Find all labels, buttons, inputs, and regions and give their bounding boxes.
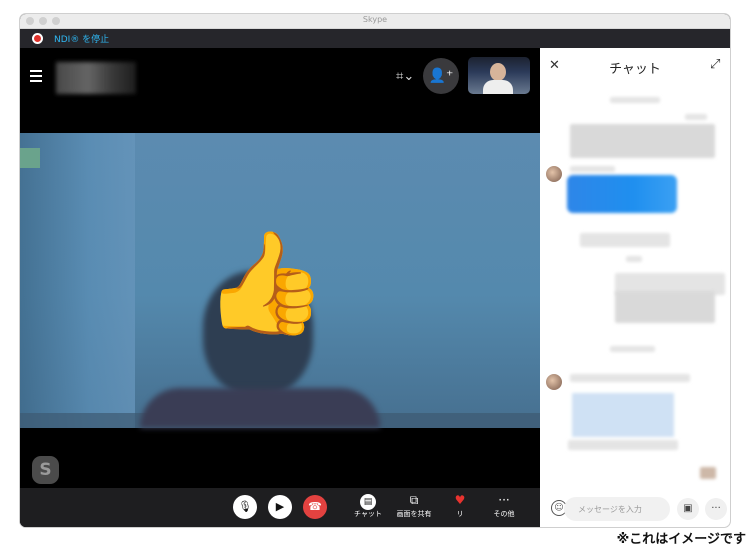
message-bubble bbox=[570, 124, 715, 158]
title-bar: Skype bbox=[20, 14, 730, 29]
image-attachment[interactable] bbox=[572, 393, 674, 437]
remote-video: 👍 bbox=[20, 133, 540, 428]
add-person-icon: 👤⁺ bbox=[428, 68, 454, 84]
self-view-body bbox=[483, 80, 513, 94]
video-button[interactable]: ▶ bbox=[268, 495, 292, 519]
expand-icon[interactable]: ⤢ bbox=[710, 57, 720, 72]
more-label: その他 bbox=[493, 510, 515, 518]
blurred-text bbox=[610, 97, 660, 103]
menu-icon[interactable] bbox=[30, 70, 42, 85]
avatar bbox=[546, 166, 562, 182]
blurred-text bbox=[570, 374, 690, 382]
add-person-button[interactable]: 👤⁺ bbox=[423, 58, 459, 94]
message-bubble-blue bbox=[567, 175, 677, 213]
video-camera-icon: ▶ bbox=[275, 500, 285, 513]
chat-header: ✕ チャット ⤢ bbox=[540, 48, 730, 86]
window-title: Skype bbox=[362, 15, 388, 24]
blurred-text bbox=[610, 346, 655, 352]
chat-more-icon[interactable]: ··· bbox=[705, 498, 727, 520]
blurred-text bbox=[685, 114, 707, 120]
more-icon: ··· bbox=[498, 493, 510, 507]
more-options-button[interactable]: ··· その他 bbox=[476, 492, 532, 519]
skype-logo-icon: S bbox=[32, 456, 59, 484]
call-area: ⌗⌄ 👤⁺ 👍 S 🎙 ▶ ☎ ▤ チャット ⧉ 画面を共有 ♥ リ ··· そ… bbox=[20, 48, 540, 527]
layout-icon[interactable]: ⌗⌄ bbox=[396, 69, 414, 84]
microphone-button[interactable]: 🎙 bbox=[233, 495, 257, 519]
participant-name-blurred bbox=[56, 62, 136, 94]
call-controls: 🎙 ▶ ☎ ▤ チャット ⧉ 画面を共有 ♥ リ ··· その他 bbox=[20, 488, 540, 527]
skype-window: Skype NDI® を停止 ⌗⌄ 👤⁺ 👍 S 🎙 ▶ ☎ ▤ チャット ⧉ … bbox=[20, 14, 730, 527]
remote-person-body bbox=[140, 388, 380, 428]
blurred-text bbox=[626, 256, 642, 262]
read-receipt-avatar bbox=[700, 467, 716, 479]
avatar bbox=[546, 374, 562, 390]
blurred-text bbox=[570, 166, 615, 172]
chat-title: チャット bbox=[609, 62, 661, 77]
ndi-bar[interactable]: NDI® を停止 bbox=[20, 29, 730, 48]
message-input[interactable] bbox=[564, 497, 670, 521]
self-view-face bbox=[490, 63, 506, 81]
chat-panel: ✕ チャット ⤢ ☺ ▣ ··· bbox=[540, 48, 730, 527]
message-composer: ☺ ▣ ··· bbox=[540, 488, 730, 527]
blurred-text bbox=[568, 440, 678, 450]
media-gallery-icon[interactable]: ▣ bbox=[677, 498, 699, 520]
self-view-thumbnail[interactable] bbox=[468, 57, 530, 94]
message-bubble bbox=[615, 291, 715, 323]
video-pixel-region bbox=[20, 133, 135, 428]
record-icon bbox=[32, 33, 43, 44]
thumbs-up-reaction: 👍 bbox=[203, 224, 328, 341]
blurred-text bbox=[580, 233, 670, 247]
stop-ndi-label[interactable]: NDI® を停止 bbox=[54, 32, 109, 45]
end-call-button[interactable]: ☎ bbox=[303, 495, 327, 519]
chat-icon: ▤ bbox=[360, 494, 376, 510]
end-call-icon: ☎ bbox=[308, 500, 322, 513]
image-caption: ※これはイメージです bbox=[616, 532, 746, 547]
microphone-icon: 🎙 bbox=[238, 500, 252, 513]
video-pixel-green bbox=[20, 148, 40, 168]
